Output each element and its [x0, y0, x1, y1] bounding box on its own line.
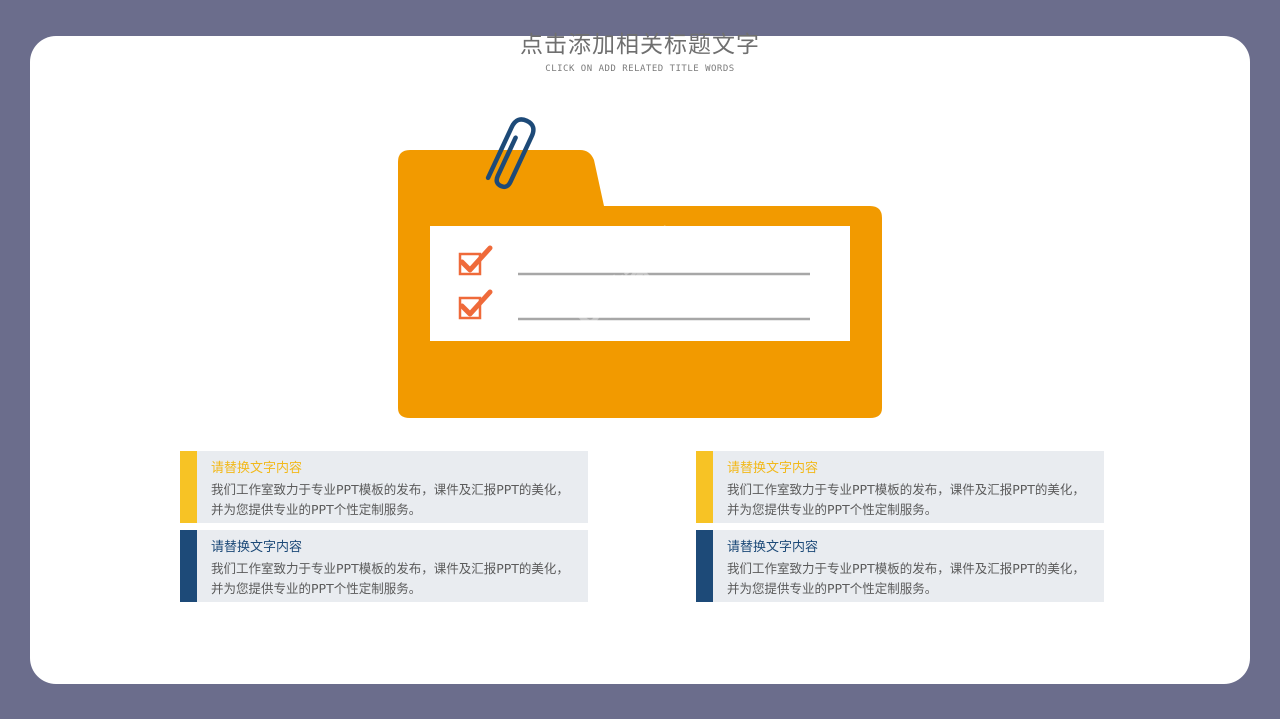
info-card: 请替换文字内容 我们工作室致力于专业PPT模板的发布，课件及汇报PPT的美化，并…: [180, 530, 588, 602]
info-card-text: 我们工作室致力于专业PPT模板的发布，课件及汇报PPT的美化，并为您提供专业的P…: [211, 561, 569, 596]
info-card-heading: 请替换文字内容: [211, 461, 303, 476]
info-card-text: 我们工作室致力于专业PPT模板的发布，课件及汇报PPT的美化，并为您提供专业的P…: [727, 561, 1085, 596]
info-card: 请替换文字内容 我们工作室致力于专业PPT模板的发布，课件及汇报PPT的美化，并…: [180, 451, 588, 523]
info-card-text: 我们工作室致力于专业PPT模板的发布，课件及汇报PPT的美化，并为您提供专业的P…: [727, 482, 1085, 517]
info-card-heading: 请替换文字内容: [727, 461, 819, 476]
info-card-heading: 请替换文字内容: [211, 540, 303, 555]
page-subtitle: CLICK ON ADD RELATED TITLE WORDS: [545, 64, 735, 74]
info-card: 请替换文字内容 我们工作室致力于专业PPT模板的发布，课件及汇报PPT的美化，并…: [696, 530, 1104, 602]
info-card-text: 我们工作室致力于专业PPT模板的发布，课件及汇报PPT的美化，并为您提供专业的P…: [211, 482, 569, 517]
accent-bar: [180, 530, 197, 602]
info-card-heading: 请替换文字内容: [727, 540, 819, 555]
accent-bar: [180, 451, 197, 523]
info-card: 请替换文字内容 我们工作室致力于专业PPT模板的发布，课件及汇报PPT的美化，并…: [696, 451, 1104, 523]
accent-bar: [696, 530, 713, 602]
page-title: 点击添加相关标题文字: [520, 32, 760, 58]
accent-bar: [696, 451, 713, 523]
